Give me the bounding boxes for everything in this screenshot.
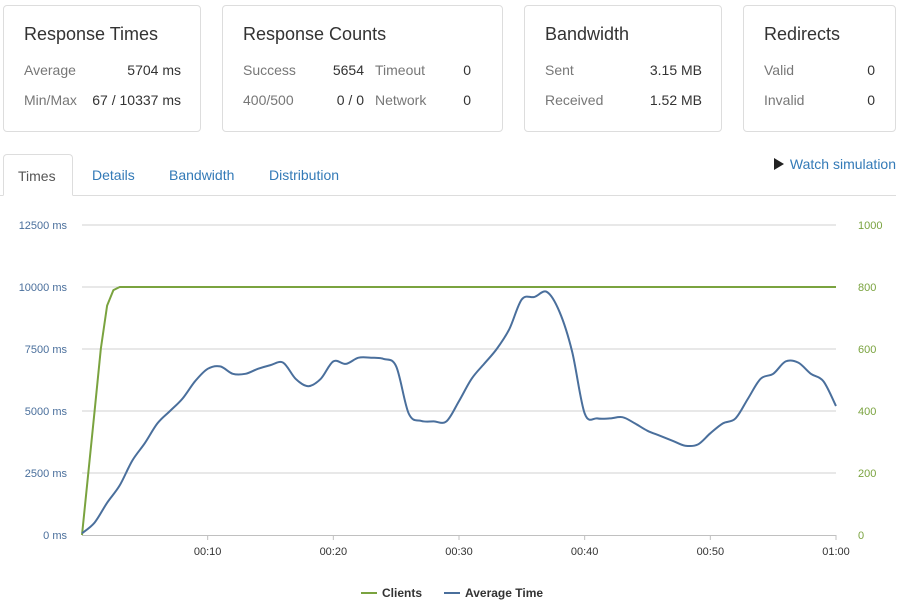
y-left-tick-label: 5000 ms [25, 406, 68, 418]
y-axis-right: 0 200 400 600 800 1000 [858, 220, 882, 542]
y-left-tick-label: 0 ms [43, 530, 67, 542]
tab-bandwidth[interactable]: Bandwidth [155, 154, 248, 195]
y-right-tick-label: 0 [858, 530, 864, 542]
sent-value: 3.15 MB [649, 62, 702, 78]
x-tick-label: 01:00 [822, 546, 850, 558]
minmax-value: 67 / 10337 ms [92, 92, 181, 108]
chart-legend: Clients Average Time [0, 586, 900, 602]
network-label: Network [375, 92, 427, 108]
x-tick-label: 00:50 [697, 546, 725, 558]
y-left-tick-label: 7500 ms [25, 344, 68, 356]
x-tick-label: 00:10 [194, 546, 222, 558]
x-tick-label: 00:40 [571, 546, 599, 558]
watch-simulation-label: Watch simulation [789, 156, 896, 172]
times-chart: 0 ms 2500 ms 5000 ms 7500 ms 10000 ms 12500 m… [19, 220, 883, 558]
errors-value: 0 / 0 [336, 92, 364, 108]
response-counts-title: Response Counts [243, 24, 387, 44]
legend-item-average-time[interactable]: Average Time [444, 586, 543, 600]
x-tick-label: 00:30 [445, 546, 473, 558]
legend-label-average-time: Average Time [465, 586, 544, 600]
legend-swatch-clients [361, 592, 377, 594]
y-right-tick-label: 600 [858, 344, 876, 356]
bandwidth-title: Bandwidth [545, 24, 630, 44]
y-left-tick-label: 2500 ms [25, 468, 68, 480]
success-value: 5654 [332, 62, 364, 78]
timeout-value: 0 [463, 62, 471, 78]
invalid-label: Invalid [764, 92, 805, 108]
tab-distribution[interactable]: Distribution [255, 154, 353, 195]
y-right-tick-label: 400 [858, 406, 876, 418]
success-label: Success [243, 62, 296, 78]
play-icon [773, 158, 784, 170]
bandwidth-card: Bandwidth Sent 3.15 MB Received 1.52 MB [524, 5, 722, 132]
legend-item-clients[interactable]: Clients [361, 586, 422, 600]
redirects-card: Redirects Valid 0 Invalid 0 [743, 5, 896, 132]
legend-label-clients: Clients [382, 586, 423, 600]
x-axis: 00:10 00:20 00:30 00:40 00:50 01:00 [82, 535, 850, 558]
received-label: Received [545, 92, 604, 108]
sent-label: Sent [545, 62, 574, 78]
x-tick-label: 00:20 [320, 546, 348, 558]
errors-label: 400/500 [243, 92, 294, 108]
y-right-tick-label: 200 [858, 468, 876, 480]
invalid-value: 0 [867, 92, 875, 108]
y-right-tick-label: 1000 [858, 220, 882, 232]
series-line-average-time [81, 290, 837, 535]
minmax-label: Min/Max [24, 92, 77, 108]
tab-details[interactable]: Details [78, 154, 149, 195]
network-value: 0 [463, 92, 471, 108]
chart-grid [82, 224, 836, 474]
response-counts-card: Response Counts Success 5654 Timeout 0 4… [222, 5, 503, 132]
chart-tabs: Times Details Bandwidth Distribution [0, 154, 896, 196]
received-value: 1.52 MB [649, 92, 702, 108]
y-left-tick-label: 12500 ms [19, 220, 68, 232]
timeout-label: Timeout [375, 62, 426, 78]
redirects-title: Redirects [764, 24, 841, 44]
y-axis-left: 0 ms 2500 ms 5000 ms 7500 ms 10000 ms 12500 m… [19, 220, 68, 542]
response-times-title: Response Times [24, 24, 159, 44]
average-label: Average [24, 62, 76, 78]
tab-times[interactable]: Times [3, 154, 73, 196]
average-value: 5704 ms [127, 62, 181, 78]
y-right-tick-label: 800 [858, 282, 876, 294]
valid-value: 0 [867, 62, 875, 78]
response-times-card: Response Times Average 5704 ms Min/Max 6… [3, 5, 201, 132]
y-left-tick-label: 10000 ms [19, 282, 68, 294]
legend-swatch-average-time [444, 592, 460, 594]
watch-simulation-link[interactable]: Watch simulation [773, 156, 896, 172]
valid-label: Valid [764, 62, 795, 78]
